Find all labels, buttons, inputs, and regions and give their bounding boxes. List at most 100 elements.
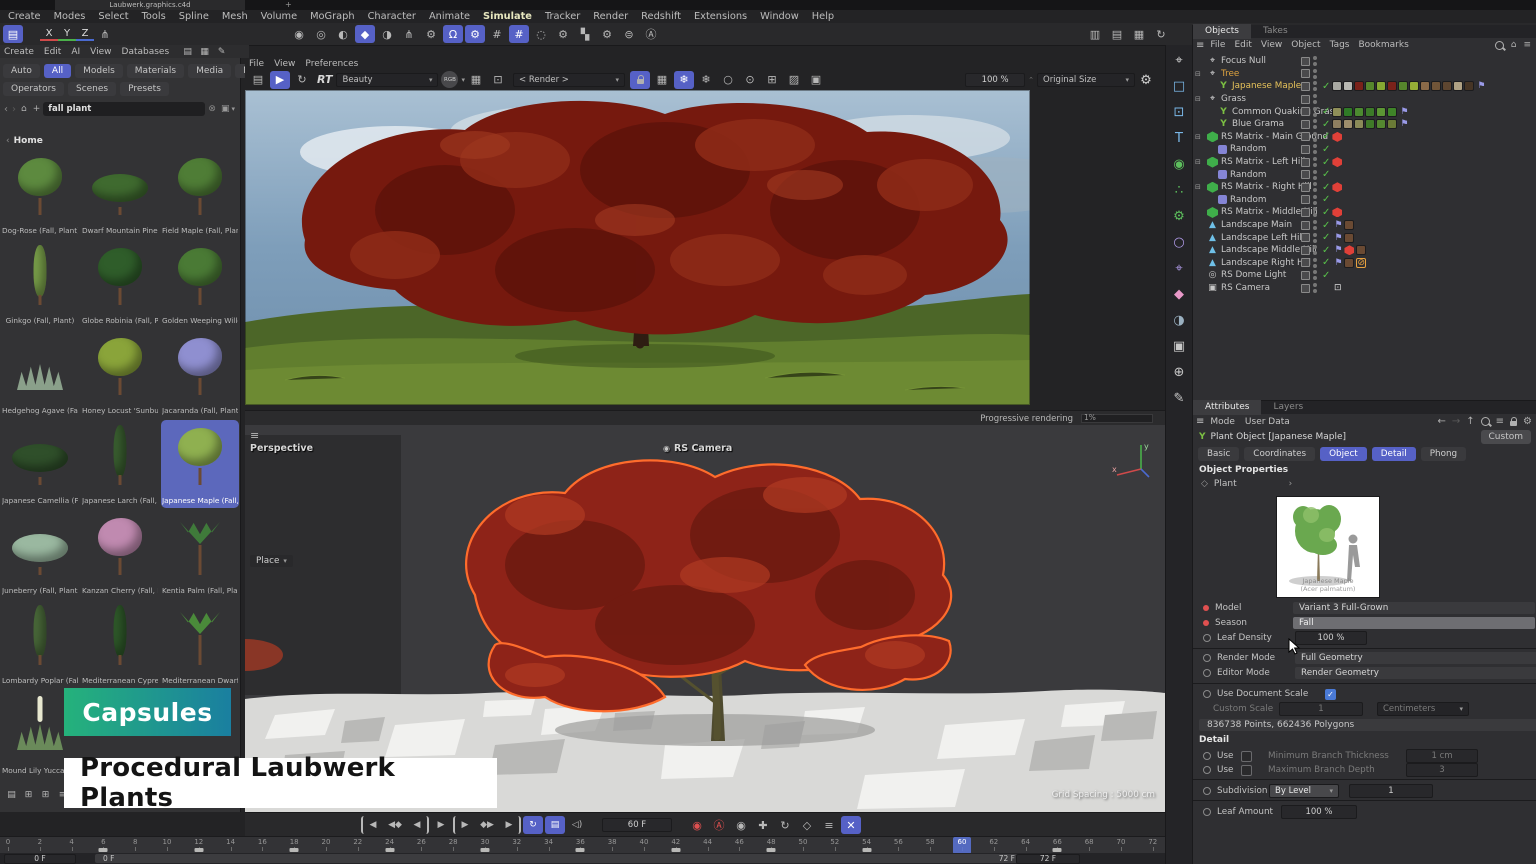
visibility-dots[interactable]	[1313, 144, 1317, 154]
grid-icon[interactable]: #	[487, 25, 507, 43]
tab-materials[interactable]: Materials	[127, 64, 184, 78]
object-row[interactable]: Random ✓	[1193, 143, 1536, 156]
material-swatch[interactable]	[1344, 233, 1354, 243]
object-row[interactable]: ⊟RS Matrix - Main Ground✓	[1193, 131, 1536, 144]
editor-mode-row[interactable]: Editor Mode Render Geometry	[1193, 666, 1536, 680]
playhead[interactable]: 60	[953, 837, 971, 854]
snapshot2-icon[interactable]: ❄	[696, 71, 716, 89]
layer-color-chip[interactable]	[1301, 170, 1310, 179]
visibility-dots[interactable]	[1313, 220, 1317, 230]
fwd-arrow-icon[interactable]: →	[1452, 416, 1460, 427]
team-render-icon[interactable]: ⊜	[619, 25, 639, 43]
dots-grid-icon[interactable]: ▦	[466, 71, 486, 89]
object-label[interactable]: Random	[1230, 144, 1266, 154]
om-menu-bookmarks[interactable]: Bookmarks	[1359, 40, 1409, 50]
next-key-button[interactable]: ◆▶	[477, 816, 497, 834]
menu-simulate[interactable]: Simulate	[483, 11, 532, 22]
menu-create[interactable]: Create	[8, 11, 41, 22]
max-branch-row[interactable]: Use Maximum Branch Depth 3	[1193, 763, 1536, 777]
lock-icon[interactable]	[630, 71, 650, 89]
plant-card[interactable]: Field Maple (Fall, Plant)	[161, 150, 239, 238]
material-swatch[interactable]	[1332, 119, 1342, 129]
om-menu-object[interactable]: Object	[1291, 40, 1320, 50]
material-swatch[interactable]	[1442, 81, 1452, 91]
layer-color-chip[interactable]	[1301, 120, 1310, 129]
enabled-check-icon[interactable]: ✓	[1322, 257, 1330, 268]
menu-spline[interactable]: Spline	[179, 11, 209, 22]
material-swatch[interactable]	[1453, 81, 1463, 91]
rv-menu-file[interactable]: File	[249, 59, 264, 69]
axis-x-button[interactable]: X	[40, 28, 58, 41]
new-tab-button[interactable]: +	[285, 0, 292, 9]
tab-takes[interactable]: Takes	[1251, 24, 1300, 39]
redshift-material-tag[interactable]	[1332, 182, 1342, 192]
object-row[interactable]: ◎RS Dome Light✓	[1193, 269, 1536, 282]
render-settings-icon[interactable]: ▦	[1129, 25, 1149, 43]
expand-toggle-icon[interactable]: ⊟	[1195, 133, 1204, 141]
am-search-icon[interactable]	[1481, 417, 1490, 426]
layer-color-chip[interactable]	[1301, 221, 1310, 230]
rt-label[interactable]: RT	[317, 73, 332, 86]
keyframe-marker[interactable]	[671, 848, 680, 852]
am-burger-icon[interactable]: ≡	[1196, 416, 1204, 427]
render-mode-row[interactable]: Render Mode Full Geometry	[1193, 651, 1536, 665]
tab-operators[interactable]: Operators	[3, 82, 64, 96]
tab-objects[interactable]: Objects	[1193, 24, 1251, 39]
tab-scenes[interactable]: Scenes	[68, 82, 116, 96]
plant-card[interactable]: Dwarf Mountain Pine (...	[81, 150, 159, 238]
enabled-check-icon[interactable]: ✓	[1322, 144, 1330, 155]
viewport-label[interactable]: Perspective	[250, 443, 313, 454]
record-position-button[interactable]: ✚	[753, 816, 773, 834]
play-button[interactable]: ▶	[431, 816, 451, 834]
hatch-icon[interactable]: ▨	[784, 71, 804, 89]
visibility-dots[interactable]	[1313, 119, 1317, 129]
annotation-flag-tag[interactable]: ⚑	[1334, 220, 1342, 230]
focus-icon[interactable]: ⊙	[740, 71, 760, 89]
mode-menu[interactable]: Mode	[1210, 417, 1235, 427]
attr-tab-object[interactable]: Object	[1320, 447, 1367, 461]
range-start-field[interactable]: 0 F	[4, 854, 76, 864]
layer-color-chip[interactable]	[1301, 246, 1310, 255]
custom-button[interactable]: Custom	[1481, 430, 1531, 444]
object-label[interactable]: RS Matrix - Left Hill	[1221, 157, 1305, 167]
object-row[interactable]: ⊟⌖Grass	[1193, 93, 1536, 106]
ab-menu-edit[interactable]: Edit	[44, 47, 61, 57]
menu-character[interactable]: Character	[368, 11, 416, 22]
autokey-button[interactable]: Ⓐ	[709, 816, 729, 834]
object-row[interactable]: ▲Landscape Main✓⚑	[1193, 219, 1536, 232]
tab-attributes[interactable]: Attributes	[1193, 400, 1261, 415]
keyframe-marker[interactable]	[99, 848, 108, 852]
redshift-material-tag[interactable]	[1332, 132, 1342, 142]
menu-extensions[interactable]: Extensions	[694, 11, 747, 22]
range-end-field[interactable]: 72 F	[1016, 854, 1080, 864]
up-arrow-icon[interactable]: ↑	[1466, 416, 1474, 427]
layer-color-chip[interactable]	[1301, 183, 1310, 192]
annotation-icon[interactable]: Ⓐ	[641, 25, 661, 43]
layer-color-chip[interactable]	[1301, 107, 1310, 116]
visibility-dots[interactable]	[1313, 258, 1317, 268]
tab-presets[interactable]: Presets	[120, 82, 169, 96]
plant-card[interactable]: Lombardy Poplar (Fall...	[1, 600, 79, 688]
object-row[interactable]: YCommon Quaking Grass✓⚑	[1193, 105, 1536, 118]
material-swatch[interactable]	[1343, 119, 1353, 129]
render-settings-gear-icon[interactable]: ⚙	[1136, 71, 1156, 89]
forward-icon[interactable]: ›	[12, 104, 16, 115]
thumb-grid-icon[interactable]: ⊞	[21, 788, 36, 801]
plant-preview-image[interactable]: Japanese Maple (Acer palmatum)	[1276, 496, 1380, 598]
text-icon[interactable]: T	[1168, 127, 1190, 149]
attr-tab-phong[interactable]: Phong	[1421, 447, 1466, 461]
model-row[interactable]: Model Variant 3 Full-Grown	[1193, 601, 1536, 615]
enabled-check-icon[interactable]: ✓	[1322, 169, 1330, 180]
object-label[interactable]: Focus Null	[1221, 56, 1266, 66]
material-swatch[interactable]	[1464, 81, 1474, 91]
snap-button[interactable]: ✕	[841, 816, 861, 834]
tiles-icon[interactable]: ▦	[652, 71, 672, 89]
menu-window[interactable]: Window	[760, 11, 799, 22]
collider-icon[interactable]: ◑	[377, 25, 397, 43]
attr-tab-detail[interactable]: Detail	[1372, 447, 1416, 461]
preview-range-slider[interactable]: 0 F 72 F	[95, 854, 1023, 863]
om-filter-icon[interactable]: ≡	[1523, 40, 1531, 50]
sound-button[interactable]: ◁)	[567, 816, 587, 834]
zoom-value-field[interactable]: 100 %	[965, 73, 1025, 87]
visibility-dots[interactable]	[1313, 182, 1317, 192]
